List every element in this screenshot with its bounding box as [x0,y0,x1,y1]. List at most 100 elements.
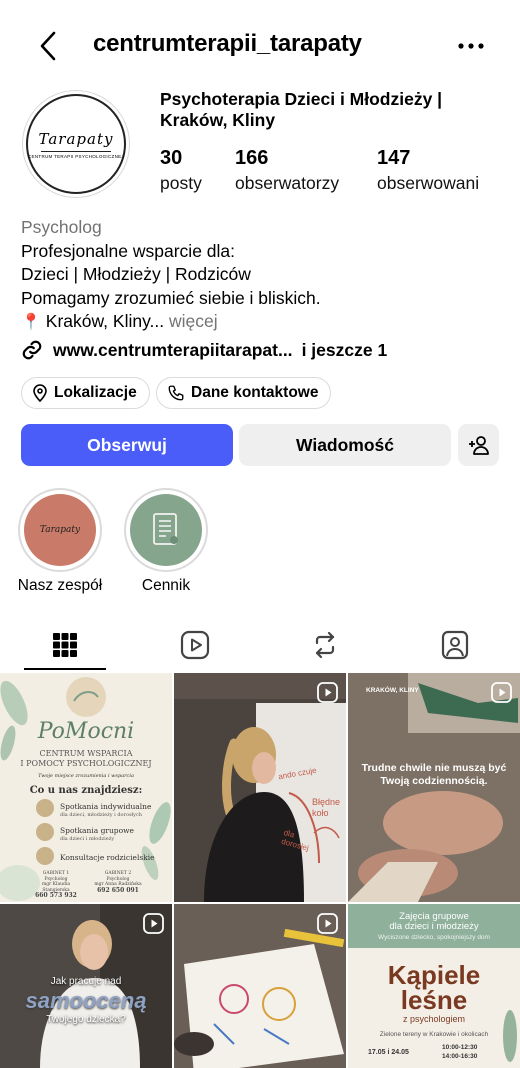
service-item: Spotkania grupowe dla dzieci i młodzieży [60,826,134,844]
phone-icon [168,385,184,401]
post-subtitle: I POMOCY PSYCHOLOGICZNEJ [20,759,152,768]
location-chip[interactable]: Lokalizacje [21,377,150,409]
office-phone: 692 650 091 [97,886,139,894]
service-item: Konsultacje rodzicielskie [60,853,155,862]
bio-location-line: 📍 Kraków, Kliny... więcej [21,310,501,335]
post-tile[interactable] [174,904,346,1068]
stat-posts-value: 30 [160,147,183,169]
tab-posts[interactable] [0,620,130,670]
website-link[interactable]: www.centrumterapiitarapat... i jeszcze 1 [21,337,387,363]
tab-reposts[interactable] [260,620,390,670]
tab-tagged[interactable] [390,620,520,670]
location-tag-text: KRAKÓW, KLINY [366,687,419,694]
highlight-ring: Tarapaty [18,488,102,572]
stat-following[interactable]: 147 obserwowani [377,146,479,196]
highlight-ring [124,488,208,572]
bio: Psycholog Profesjonalne wsparcie dla: Dz… [21,216,501,335]
reel-icon [317,682,338,703]
office-1: GABINET 1 Psycholog mgr Klaudia Stangier… [30,871,82,899]
add-person-icon [468,436,489,455]
highlight-cover: Tarapaty [24,494,96,566]
price-list-icon [153,513,178,545]
stat-posts[interactable]: 30 posty [160,146,202,196]
service-icon [36,799,54,817]
highlight-label: Cennik [141,577,191,594]
post-tile[interactable]: KRAKÓW, KLINY Trudne chwile nie muszą by… [348,673,520,902]
more-options-button[interactable] [455,34,487,58]
highlight-pricing[interactable]: Cennik [123,488,209,595]
pin-icon: 📍 [21,314,41,331]
post-title: PoMocni [37,719,135,744]
highlight-cover [130,494,202,566]
contact-chip[interactable]: Dane kontaktowe [156,377,332,409]
category-label: Psycholog [21,217,102,237]
post-caption: Trudne chwile nie muszą być Twoją codzie… [361,762,507,787]
post-tagline: Wyciszone dziecko, spokojniejszy dom [378,934,490,941]
bio-line: Pomagamy zrozumieć siebie i bliskich. [21,287,321,308]
post-big-title: leśne [400,985,468,1015]
post-caption-highlight: samooceną [25,988,147,1013]
bio-line: Profesjonalne wsparcie dla: [21,240,236,261]
service-title: Spotkania grupowe [60,826,134,835]
post-heading: dla dzieci i młodzieży [389,921,479,932]
bio-line: Dzieci | Młodzieży | Rodziców [21,264,251,284]
reel-icon [143,913,164,934]
profile-avatar[interactable]: Tarapaty CENTRUM TERAPII PSYCHOLOGICZNEJ [22,90,130,198]
leaf-decoration [503,1010,517,1062]
post-times: 10:00-12:30 14:00-16:30 [442,1043,477,1061]
logo-divider [41,150,111,152]
post-tile[interactable]: ando czuje Błędne koło dla dorosłej [174,673,346,902]
service-item: Spotkania indywidualne dla dzieci, młodzi… [60,802,151,820]
grid-icon [53,633,77,657]
service-sub: dla dzieci, młodzieży i dorosłych [60,812,142,818]
back-button[interactable] [34,28,64,64]
stat-following-label: obserwowani [377,173,480,193]
post-dates: 17.05 i 24.05 [368,1049,409,1056]
more-horizontal-icon [458,43,484,49]
service-icon [36,823,54,841]
post-subtitle: z psychologiem [402,1014,466,1024]
stat-followers-value: 166 [235,147,269,169]
avatar-logo: Tarapaty CENTRUM TERAPII PSYCHOLOGICZNEJ [26,94,126,194]
stat-following-value: 147 [377,147,411,169]
post-heading: Co u nas znajdziesz: [29,785,143,796]
post-tile[interactable]: PoMocni CENTRUM WSPARCIA I POMOCY PSYCHO… [0,673,172,902]
suggested-users-button[interactable] [458,424,499,466]
reposts-icon [315,631,335,659]
more-link[interactable]: więcej [169,311,218,331]
post-time: 10:00-12:30 [442,1044,478,1051]
location-chip-label: Lokalizacje [54,384,137,401]
stat-followers[interactable]: 166 obserwatorzy [235,146,339,196]
service-icon [36,847,54,865]
bio-location: Kraków, Kliny... [45,311,165,331]
tab-reels[interactable] [130,620,260,670]
follow-button[interactable]: Obserwuj [21,424,233,466]
post-place: Zielone tereny w Krakowie i okolicach [379,1031,489,1038]
post-caption: Jak pracuje nad [50,976,122,987]
highlight-team[interactable]: Tarapaty Nasz zespół [17,488,103,595]
reel-icon [317,913,338,934]
location-pin-icon [33,384,47,402]
post-tile[interactable]: Zajęcia grupowe dla dzieci i młodzieży W… [348,904,520,1068]
website-url: www.centrumterapiitarapat... [53,339,293,360]
office-phone: 660 573 932 [35,892,77,899]
logo-text: Tarapaty [38,129,114,148]
message-button[interactable]: Wiadomość [239,424,451,466]
office-2: GABINET 2 Psycholog mgr Anna Radzińska 6… [92,871,144,893]
logo-subtext: CENTRUM TERAPII PSYCHOLOGICZNEJ [28,153,124,159]
post-subtitle: CENTRUM WSPARCIA [39,749,133,758]
top-bar: centrumterapii_tarapaty [0,0,520,92]
posts-grid: PoMocni CENTRUM WSPARCIA I POMOCY PSYCHO… [0,673,520,1068]
more-links[interactable]: i jeszcze 1 [302,340,388,361]
username-title: centrumterapii_tarapaty [93,30,362,57]
service-sub: dla dzieci i młodzieży [60,836,115,842]
chevron-left-icon [40,31,56,61]
post-tagline: Twoje miejsce zrozumienia i wsparcia [38,773,134,779]
reel-icon [491,682,512,703]
video-thumbnail [174,673,346,902]
service-title: Konsultacje rodzicielskie [60,853,155,862]
board-text: Błędne koło [312,797,341,818]
post-tile[interactable]: Jak pracuje nad samooceną Twojego dzieck… [0,904,172,1068]
post-caption: Twojego dziecka? [46,1014,126,1025]
link-icon [22,340,42,360]
